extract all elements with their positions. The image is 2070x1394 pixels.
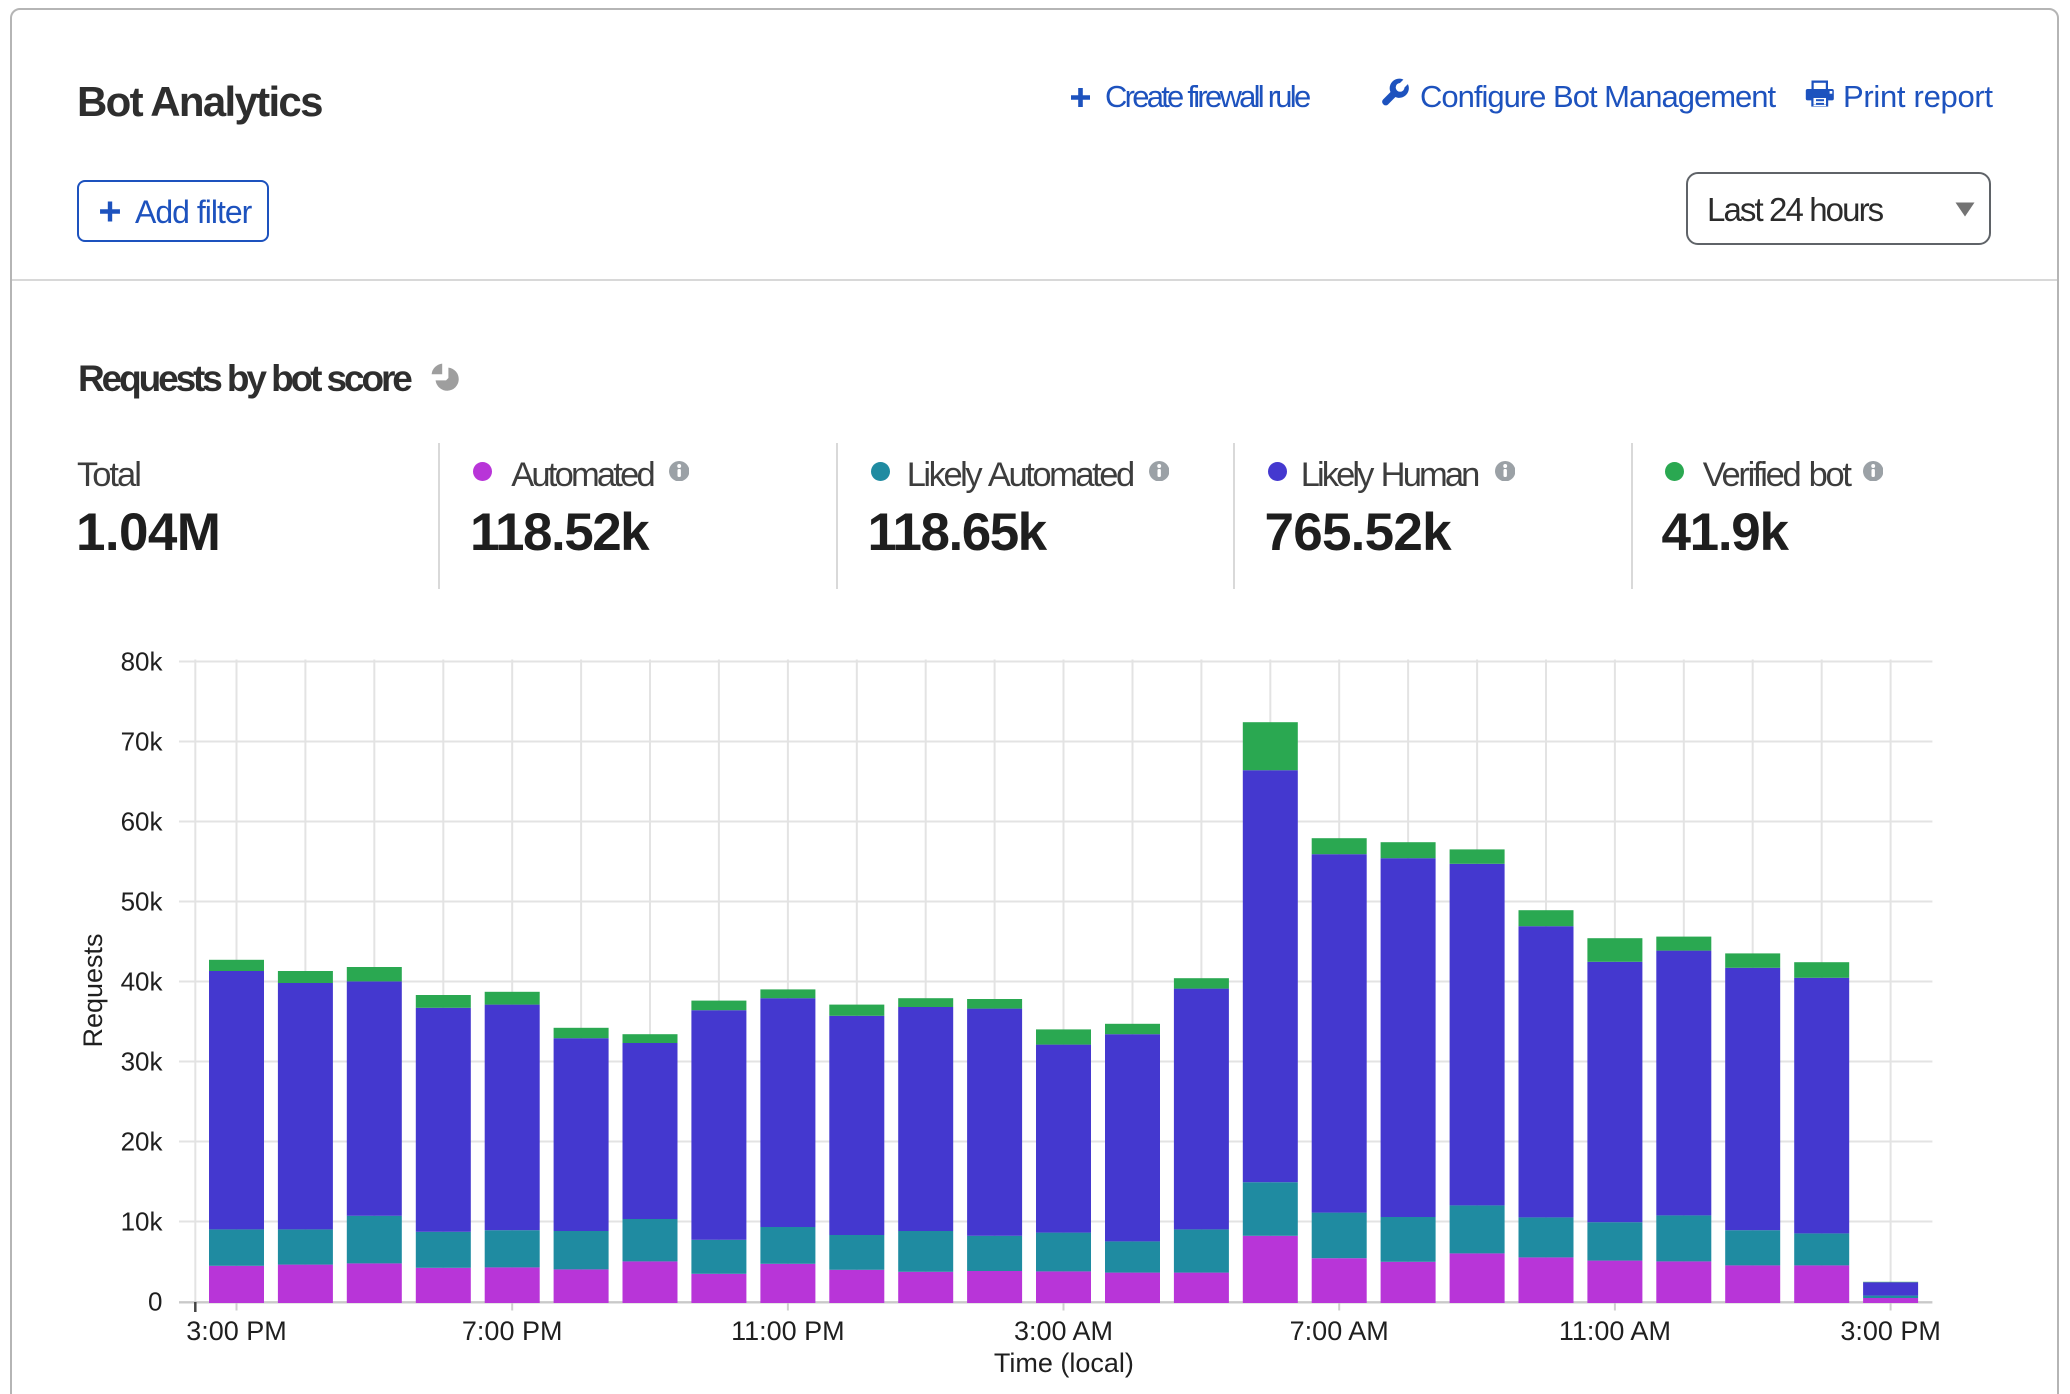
svg-text:7:00 PM: 7:00 PM — [462, 1316, 563, 1346]
svg-text:40k: 40k — [121, 967, 164, 997]
svg-text:60k: 60k — [121, 807, 164, 837]
svg-text:7:00 AM: 7:00 AM — [1290, 1316, 1389, 1346]
svg-text:3:00 AM: 3:00 AM — [1014, 1316, 1113, 1346]
svg-text:10k: 10k — [121, 1207, 164, 1237]
svg-text:11:00 PM: 11:00 PM — [731, 1316, 845, 1346]
svg-text:20k: 20k — [121, 1127, 164, 1157]
svg-text:70k: 70k — [121, 727, 164, 757]
svg-text:80k: 80k — [121, 647, 164, 677]
svg-text:11:00 AM: 11:00 AM — [1559, 1316, 1671, 1346]
svg-text:Requests: Requests — [78, 933, 108, 1047]
svg-text:3:00 PM: 3:00 PM — [186, 1316, 287, 1346]
svg-text:30k: 30k — [121, 1047, 164, 1077]
svg-text:50k: 50k — [121, 887, 164, 917]
svg-text:3:00 PM: 3:00 PM — [1840, 1316, 1941, 1346]
svg-text:0: 0 — [148, 1287, 162, 1317]
svg-text:Time (local): Time (local) — [994, 1348, 1134, 1378]
